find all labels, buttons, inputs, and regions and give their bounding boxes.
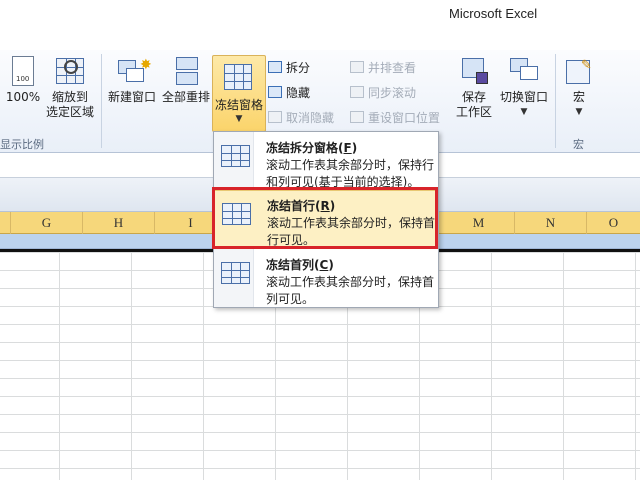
hide-label: 隐藏 (286, 86, 311, 100)
column-header-m[interactable]: M (443, 212, 515, 234)
zoom-to-selection-button[interactable]: 缩放到 选定区域 (44, 52, 96, 120)
menu-item-title-text: 冻结首列 (266, 258, 315, 272)
unhide-icon (268, 111, 282, 123)
freeze-panes-label: 冻结窗格 (214, 98, 263, 112)
save-workspace-label: 保存 工作区 (455, 90, 492, 119)
unhide-button[interactable]: 取消隐藏 (268, 108, 334, 128)
menu-item-description: 滚动工作表其余部分时，保持首列可见。 (266, 275, 435, 306)
chevron-down-icon: ▼ (520, 107, 528, 117)
macros-icon: ✎ (563, 56, 595, 88)
column-header-h[interactable]: H (83, 212, 155, 234)
switch-windows-label: 切换窗口 (499, 90, 548, 104)
macros-label: 宏 (572, 90, 585, 104)
menu-item-key: C (319, 258, 329, 272)
menu-item-freeze-first-column[interactable]: 冻结首列(C) 滚动工作表其余部分时，保持首列可见。 (214, 250, 438, 306)
freeze-first-column-icon (221, 262, 250, 284)
zoom-100-label: 100% (5, 90, 41, 104)
hide-icon (268, 86, 282, 98)
menu-item-title: 冻结首列(C) (266, 258, 334, 272)
menu-item-title-text: 冻结拆分窗格 (266, 141, 339, 155)
column-header-edge (0, 212, 11, 234)
annotation-highlight-box (212, 187, 438, 249)
view-side-by-side-label: 并排查看 (368, 61, 417, 75)
reset-window-position-button[interactable]: 重设窗口位置 (350, 108, 440, 128)
save-workspace-button[interactable]: 保存 工作区 (452, 52, 496, 120)
sync-scroll-label: 同步滚动 (368, 86, 417, 100)
zoom-to-selection-label: 缩放到 选定区域 (45, 90, 94, 119)
group-label-macros: 宏 (573, 138, 584, 151)
split-icon (268, 61, 282, 73)
reset-position-icon (350, 111, 364, 123)
freeze-panes-icon (221, 145, 250, 167)
menu-item-key: F (343, 141, 352, 155)
freeze-panes-icon (222, 62, 254, 92)
title-bar: Microsoft Excel (0, 0, 640, 50)
zoom-100-button[interactable]: 100 100% (4, 52, 42, 105)
switch-windows-button[interactable]: 切换窗口 ▼ (498, 52, 550, 120)
side-by-side-icon (350, 61, 364, 73)
new-window-label: 新建窗口 (107, 90, 156, 104)
view-side-by-side-button[interactable]: 并排查看 (350, 58, 416, 78)
chevron-down-icon: ▼ (235, 114, 243, 124)
group-label-zoom: 显示比例 (0, 138, 44, 151)
menu-item-title: 冻结拆分窗格(F) (266, 141, 358, 155)
arrange-all-icon (170, 56, 202, 88)
menu-item-freeze-panes[interactable]: 冻结拆分窗格(F) 滚动工作表其余部分时，保持行和列可见(基于当前的选择)。 (214, 133, 438, 189)
split-label: 拆分 (286, 61, 311, 75)
chevron-down-icon: ▼ (575, 107, 583, 117)
column-header-o[interactable]: O (587, 212, 640, 234)
save-workspace-icon (458, 56, 490, 88)
group-separator (101, 54, 102, 148)
new-window-icon: ✸ (116, 56, 152, 88)
new-window-button[interactable]: ✸ 新建窗口 (106, 52, 158, 105)
window-title: Microsoft Excel (449, 6, 538, 21)
freeze-panes-button[interactable]: 冻结窗格 ▼ (212, 55, 266, 132)
split-button[interactable]: 拆分 (268, 58, 310, 78)
unhide-label: 取消隐藏 (286, 111, 335, 125)
zoom-selection-icon (54, 56, 86, 88)
arrange-all-button[interactable]: 全部重排 (160, 52, 212, 105)
column-header-g[interactable]: G (11, 212, 83, 234)
sync-scroll-icon (350, 86, 364, 98)
switch-windows-icon (508, 56, 540, 88)
arrange-all-label: 全部重排 (161, 90, 210, 104)
reset-window-position-label: 重设窗口位置 (368, 111, 441, 125)
zoom-100-icon: 100 (7, 56, 39, 88)
group-separator (555, 54, 556, 148)
menu-item-description: 滚动工作表其余部分时，保持行和列可见(基于当前的选择)。 (266, 158, 435, 189)
hide-button[interactable]: 隐藏 (268, 83, 310, 103)
synchronous-scrolling-button[interactable]: 同步滚动 (350, 83, 416, 103)
macros-button[interactable]: ✎ 宏 ▼ (561, 52, 597, 120)
column-header-n[interactable]: N (515, 212, 587, 234)
